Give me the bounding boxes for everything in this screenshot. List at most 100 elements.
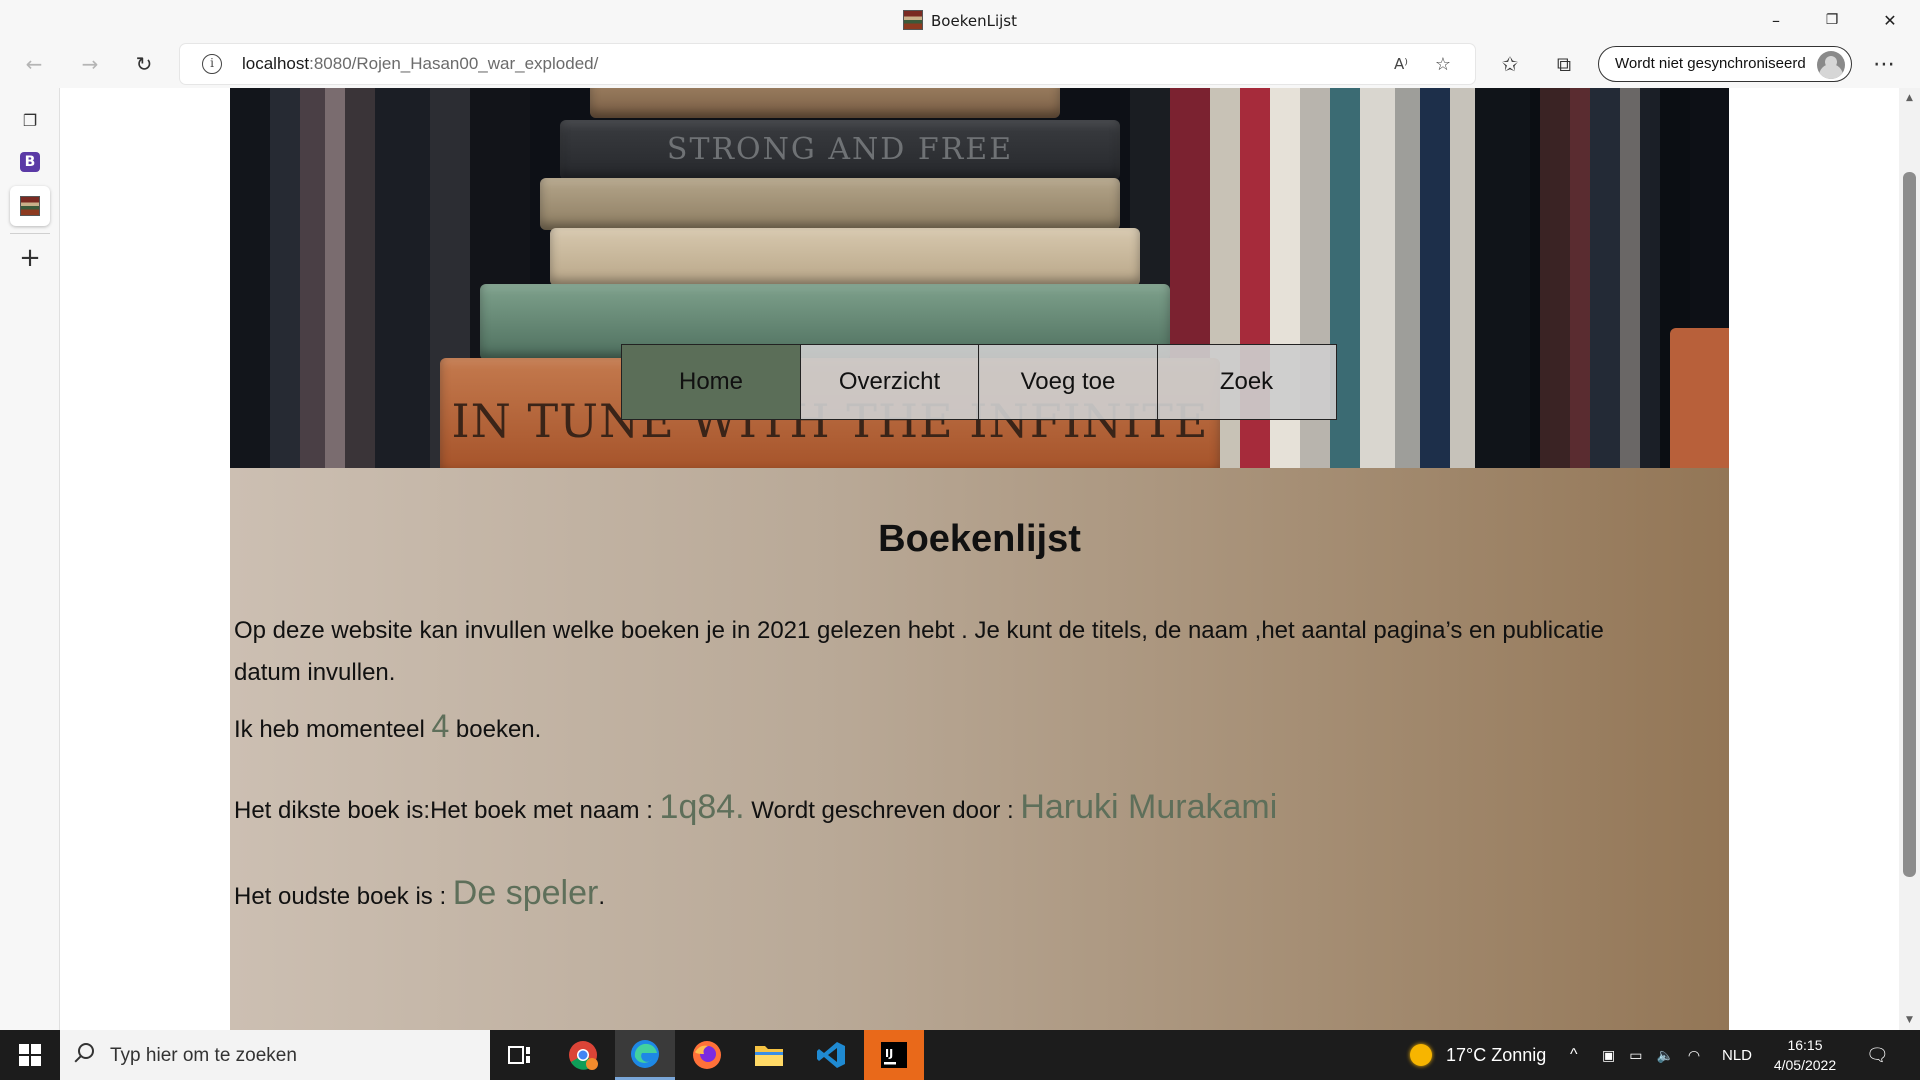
taskbar-search-placeholder: Typ hier om te zoeken — [110, 1045, 297, 1066]
window-title-bar: BoekenLijst – ❐ ✕ — [0, 0, 1920, 40]
start-button[interactable] — [0, 1030, 60, 1080]
clock[interactable]: 16:15 4/05/2022 — [1770, 1030, 1840, 1080]
book-count-suffix: boeken. — [449, 716, 542, 743]
weather-widget[interactable]: 17°C Zonnig — [1410, 1030, 1546, 1080]
scroll-down-icon[interactable]: ▼ — [1899, 1012, 1920, 1028]
browser-toolbar: ← → ↻ i localhost:8080/Rojen_Hasan00_war… — [0, 40, 1920, 88]
collections-icon[interactable]: ⧉ — [1546, 48, 1582, 80]
close-window-button[interactable]: ✕ — [1862, 0, 1918, 40]
windows-taskbar: Typ hier om te zoeken IJ 17°C Zonnig ^ ▣… — [0, 1030, 1920, 1080]
task-view-button[interactable] — [490, 1030, 550, 1080]
page-favicon-icon — [903, 10, 923, 30]
avatar — [1817, 51, 1845, 79]
taskbar-file-explorer[interactable] — [739, 1030, 799, 1080]
window-title-text: BoekenLijst — [931, 12, 1017, 30]
tab-actions-icon[interactable]: ❐ — [10, 100, 50, 140]
url-path: :8080/Rojen_Hasan00_war_exploded/ — [309, 54, 599, 73]
vscode-icon — [817, 1042, 845, 1068]
thickest-book-line: Het dikste boek is:Het boek met naam : 1… — [234, 788, 1277, 827]
taskbar-chrome[interactable] — [553, 1030, 613, 1080]
book-stack-4 — [550, 228, 1140, 286]
windows-logo-icon — [19, 1044, 41, 1066]
clock-time: 16:15 — [1787, 1037, 1823, 1053]
url-text[interactable]: localhost:8080/Rojen_Hasan00_war_explode… — [242, 54, 598, 74]
page-scrollbar[interactable]: ▲ ▼ — [1899, 88, 1920, 1030]
book-edge-right — [1670, 328, 1729, 468]
language-indicator[interactable]: NLD — [1722, 1030, 1752, 1080]
thickest-book-author: Haruki Murakami — [1020, 788, 1278, 826]
book-stack-2: STRONG AND FREE — [560, 120, 1120, 180]
clock-date: 4/05/2022 — [1773, 1057, 1837, 1073]
minimize-button[interactable]: – — [1748, 0, 1804, 40]
profile-sync-button[interactable]: Wordt niet gesynchroniseerd — [1598, 46, 1852, 82]
taskbar-firefox[interactable] — [677, 1030, 737, 1080]
read-aloud-icon[interactable]: A⁾ — [1386, 50, 1416, 78]
vertical-tabs-sidebar: ❐ B + — [0, 88, 60, 1030]
book-stack-1 — [590, 88, 1060, 118]
web-content: STRONG AND FREE IN TUNE WITH THE INFINIT… — [60, 88, 1899, 1030]
svg-text:IJ: IJ — [885, 1047, 893, 1060]
book-stack-3 — [540, 178, 1120, 230]
taskbar-edge[interactable] — [615, 1030, 675, 1080]
book-count-line: Ik heb momenteel 4 boeken. — [234, 708, 541, 745]
meet-now-icon[interactable]: ▣ — [1602, 1047, 1615, 1064]
restore-button[interactable]: ❐ — [1804, 0, 1860, 40]
nav-zoek[interactable]: Zoek — [1156, 344, 1337, 420]
nav-overzicht[interactable]: Overzicht — [799, 344, 980, 420]
battery-icon[interactable]: ▭ — [1629, 1047, 1642, 1064]
add-favorite-icon[interactable]: ☆ — [1428, 50, 1458, 78]
intro-paragraph: Op deze website kan invullen welke boeke… — [234, 617, 1604, 686]
site-info-icon[interactable]: i — [202, 54, 222, 74]
oldest-suffix: . — [598, 883, 605, 910]
tab-b-icon: B — [20, 152, 40, 172]
tray-expand-icon[interactable]: ^ — [1570, 1030, 1578, 1080]
intellij-icon: IJ — [881, 1042, 907, 1068]
main-navigation: Home Overzicht Voeg toe Zoek — [621, 344, 1337, 420]
favorites-icon[interactable]: ✩ — [1492, 48, 1528, 80]
tab-boekenlijst[interactable] — [10, 186, 50, 226]
book-title-strong: STRONG AND FREE — [666, 132, 1014, 167]
bookshelf-far-right — [1540, 88, 1660, 468]
network-icon[interactable]: ◠ — [1688, 1047, 1700, 1064]
page-container: STRONG AND FREE IN TUNE WITH THE INFINIT… — [230, 88, 1729, 1030]
content-panel: Boekenlijst Op deze website kan invullen… — [230, 468, 1729, 1030]
volume-icon[interactable]: 🔈 — [1656, 1047, 1673, 1064]
thickest-book-title: 1q84. — [659, 788, 745, 826]
scroll-up-icon[interactable]: ▲ — [1899, 90, 1920, 106]
url-host: localhost — [242, 54, 310, 73]
sun-icon — [1410, 1044, 1432, 1066]
nav-home[interactable]: Home — [621, 344, 801, 420]
sync-status-label: Wordt niet gesynchroniseerd — [1615, 55, 1806, 72]
search-icon — [78, 1043, 94, 1059]
taskbar-intellij[interactable]: IJ — [864, 1030, 924, 1080]
header-books-image: STRONG AND FREE IN TUNE WITH THE INFINIT… — [230, 88, 1729, 468]
page-title: Boekenlijst — [878, 518, 1081, 560]
sidebar-divider — [10, 233, 50, 234]
oldest-book-title: De speler — [452, 874, 599, 912]
scrollbar-thumb[interactable] — [1903, 172, 1916, 877]
edge-icon — [631, 1039, 659, 1068]
thickest-author-prefix: Wordt geschreven door : — [744, 797, 1021, 824]
new-tab-button[interactable]: + — [10, 238, 50, 278]
window-title: BoekenLijst — [0, 10, 1920, 30]
chrome-icon — [569, 1041, 598, 1070]
oldest-prefix: Het oudste boek is : — [234, 883, 453, 910]
oldest-book-line: Het oudste boek is : De speler. — [234, 874, 605, 913]
address-bar[interactable]: i localhost:8080/Rojen_Hasan00_war_explo… — [180, 44, 1475, 84]
nav-voeg-toe[interactable]: Voeg toe — [978, 344, 1158, 420]
task-view-icon — [508, 1046, 530, 1064]
system-tray-icons: ▣ ▭ 🔈 ◠ — [1602, 1030, 1700, 1080]
boekenlijst-favicon-icon — [20, 196, 40, 216]
book-count-prefix: Ik heb momenteel — [234, 716, 432, 743]
forward-button[interactable]: → — [72, 48, 108, 80]
weather-text: 17°C Zonnig — [1446, 1044, 1547, 1065]
firefox-icon — [693, 1041, 721, 1069]
more-options-icon[interactable]: ⋯ — [1866, 48, 1902, 80]
tab-b[interactable]: B — [10, 142, 50, 182]
notification-center-icon[interactable]: 🗨 — [1866, 1030, 1889, 1080]
taskbar-vscode[interactable] — [801, 1030, 861, 1080]
taskbar-search[interactable]: Typ hier om te zoeken — [60, 1030, 490, 1080]
folder-icon — [755, 1046, 783, 1066]
back-button[interactable]: ← — [16, 48, 52, 80]
reload-button[interactable]: ↻ — [126, 48, 162, 80]
